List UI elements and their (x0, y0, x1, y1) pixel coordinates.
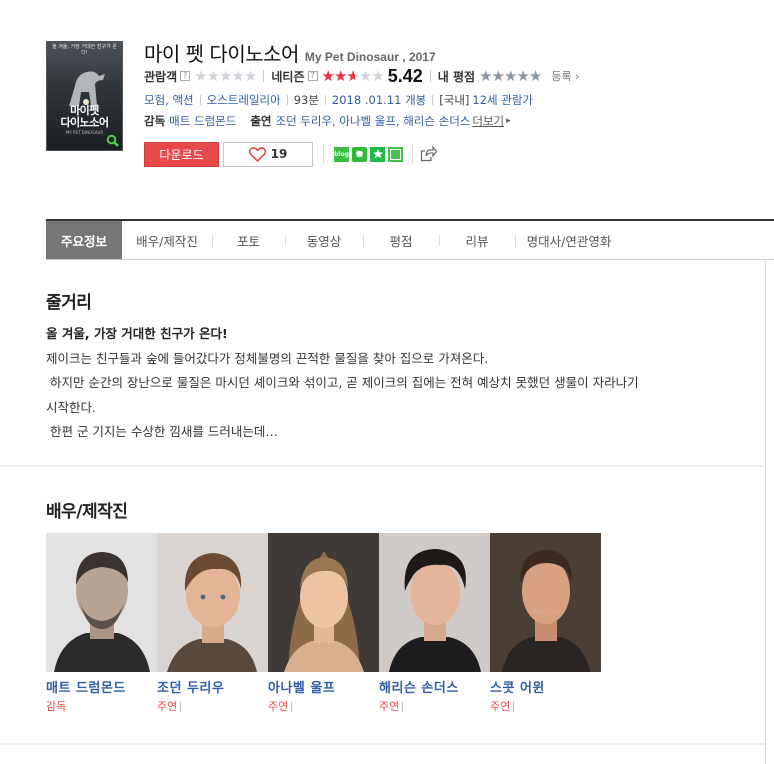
more-cast-link[interactable]: 더보기 (472, 113, 504, 129)
movie-info: 마이 펫 다이노소어 My Pet Dinosaur , 2017 관람객 ? … (144, 38, 764, 168)
magnifier-icon[interactable] (106, 134, 119, 147)
tab-main-info[interactable]: 주요정보 (46, 221, 122, 259)
question-icon[interactable]: ? (307, 71, 318, 81)
cast-links[interactable]: 조던 두리우, 아나벨 울프, 해리슨 손더스 (275, 113, 470, 129)
section-divider (0, 743, 765, 745)
audience-rating-label: 관람객 (144, 69, 178, 84)
section-divider (0, 465, 765, 467)
tab-bar: 주요정보 배우/제작진 포토 동영상 평점 리뷰 명대사/연관영화 (46, 219, 774, 260)
cast-list: 매트 드럼몬드 감독 조던 두리우 주연 아나벨 울프 주연 해리슨 손더스 주… (46, 533, 601, 713)
release-date-link[interactable]: 2018 .01.11 개봉 (332, 92, 426, 108)
netizen-stars: ★★★★★★★★★★ (321, 66, 385, 85)
person-photo[interactable] (157, 533, 268, 672)
tab-video[interactable]: 동영상 (285, 221, 363, 259)
person-role: 감독 (46, 700, 67, 713)
rating-row: 관람객 ? ★★★★★★★★★★ 네티즌 ? ★★★★★★★★★★ 5.42 내… (144, 65, 764, 87)
country-link[interactable]: 오스트레일리아 (207, 92, 281, 108)
my-rating-label: 내 평점 (437, 69, 476, 84)
person-name[interactable]: 조던 두리우 (157, 677, 268, 696)
synopsis-heading: 줄거리 (46, 293, 92, 313)
bookmark-icon[interactable] (370, 146, 385, 162)
band-icon[interactable] (352, 146, 367, 162)
runtime: 93분 (293, 93, 319, 107)
director-label: 감독 (144, 114, 166, 128)
synopsis-line: 하지만 순간의 장난으로 물질은 마시던 셰이크와 섞이고, 곧 제이크의 집에… (46, 375, 639, 390)
synopsis-tagline: 올 겨울, 가장 거대한 친구가 온다! (46, 326, 228, 341)
tab-ratings[interactable]: 평점 (363, 221, 439, 259)
cast-card[interactable]: 매트 드럼몬드 감독 (46, 533, 157, 713)
person-name[interactable]: 아나벨 울프 (268, 677, 379, 696)
movie-title: 마이 펫 다이노소어 (144, 42, 299, 66)
poster-tagline: 올 겨울, 가장 거대한 친구가 온다! (52, 44, 117, 56)
person-name[interactable]: 스콧 어윈 (490, 677, 601, 696)
netizen-rating-label: 네티즌 (271, 69, 305, 84)
director-link[interactable]: 매트 드럼몬드 (169, 113, 236, 129)
tab-photo[interactable]: 포토 (212, 221, 285, 259)
chevron-right-icon: › (571, 70, 580, 83)
meta-row: 모험, 액션 오스트레일리아 93분 2018 .01.11 개봉 [국내] 1… (144, 90, 764, 110)
cast-card[interactable]: 아나벨 울프 주연 (268, 533, 379, 713)
like-button[interactable]: 19 (223, 141, 313, 167)
person-role: 주연 (157, 698, 268, 713)
like-count: 19 (270, 147, 288, 161)
caret-right-icon: ▸ (506, 116, 511, 126)
cast-card[interactable]: 조던 두리우 주연 (157, 533, 268, 713)
cast-heading: 배우/제작진 (46, 502, 128, 522)
action-row: 다운로드 19 blog (144, 140, 764, 168)
person-role: 주연 (268, 698, 379, 713)
synopsis-line: 시작한다. (46, 399, 96, 415)
netizen-score: 5.42 (387, 65, 423, 86)
audience-stars: ★★★★★★★★★★ (194, 66, 257, 85)
movie-original-title: My Pet Dinosaur , 2017 (304, 50, 436, 64)
person-photo[interactable] (379, 533, 490, 672)
cast-label: 출연 (250, 114, 272, 128)
cafe-icon[interactable] (388, 146, 403, 162)
synopsis-line: 한편 군 기지는 수상한 낌새를 드러내는데… (46, 424, 278, 439)
poster-title: 마이펫 다이노소어 (60, 104, 109, 129)
rating-prefix: [국내] (439, 93, 470, 107)
dinosaur-icon (69, 71, 105, 106)
my-rating-stars[interactable]: ★★★★★★★★★★ (479, 68, 542, 84)
cast-card[interactable]: 해리슨 손더스 주연 (379, 533, 490, 713)
crew-row: 감독 매트 드럼몬드 출연 조던 두리우, 아나벨 울프, 해리슨 손더스 더보… (144, 111, 764, 131)
blog-icon[interactable]: blog (334, 146, 349, 162)
tab-quotes-related[interactable]: 명대사/연관영화 (515, 221, 623, 259)
movie-poster[interactable]: 올 겨울, 가장 거대한 친구가 온다! 마이펫 다이노소어 MY PET DI… (46, 41, 123, 151)
person-photo[interactable] (490, 533, 601, 672)
person-role: 주연 (490, 698, 601, 713)
genre-link[interactable]: 모험, 액션 (144, 92, 194, 108)
question-icon[interactable]: ? (180, 71, 191, 81)
person-name[interactable]: 해리슨 손더스 (379, 677, 490, 696)
synopsis-line: 제이크는 친구들과 숲에 들어갔다가 정체불명의 끈적한 물질을 찾아 집으로 … (46, 350, 489, 366)
tab-cast-crew[interactable]: 배우/제작진 (122, 221, 212, 259)
download-button[interactable]: 다운로드 (144, 141, 219, 167)
cast-card[interactable]: 스콧 어윈 주연 (490, 533, 601, 713)
synopsis-text: 올 겨울, 가장 거대한 친구가 온다! 제이크는 친구들과 숲에 들어갔다가 … (46, 322, 746, 445)
person-name[interactable]: 매트 드럼몬드 (46, 677, 157, 696)
person-photo[interactable] (268, 533, 379, 672)
register-rating-link[interactable]: 등록 › (551, 68, 579, 84)
person-role: 주연 (379, 698, 490, 713)
heart-icon (248, 146, 266, 162)
tab-reviews[interactable]: 리뷰 (439, 221, 515, 259)
share-icon[interactable] (420, 146, 437, 162)
age-rating-link[interactable]: 12세 관람가 (472, 92, 533, 108)
person-photo[interactable] (46, 533, 157, 672)
